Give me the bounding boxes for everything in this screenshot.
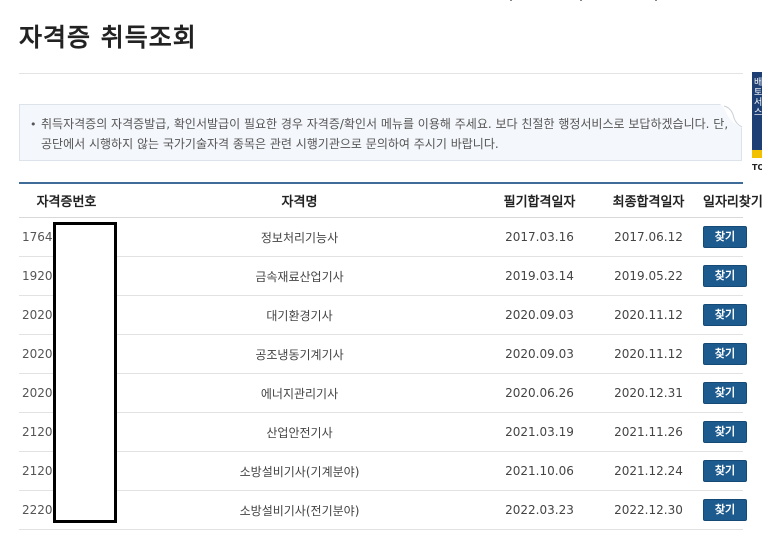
final-pass-date: 2020.12.31 (594, 373, 703, 413)
side-banner[interactable]: 배 토 서 스 TO (752, 72, 762, 182)
find-job-button[interactable]: 찾기 (703, 499, 747, 521)
written-pass-date: 2020.09.03 (485, 334, 594, 374)
written-pass-date: 2020.06.26 (485, 373, 594, 413)
side-banner-accent (752, 150, 762, 158)
cert-name: 에너지관리기사 (114, 373, 485, 413)
table-row: 20204 에너지관리기사 2020.06.26 2020.12.31 찾기 (19, 373, 747, 413)
final-pass-date: 2021.11.26 (594, 412, 703, 452)
table-row: 17641 정보처리기능사 2017.03.16 2017.06.12 찾기 (19, 217, 747, 257)
cert-name: 산업안전기사 (114, 412, 485, 452)
cert-name: 소방설비기사(기계분야) (114, 451, 485, 491)
find-job-button[interactable]: 찾기 (703, 226, 747, 248)
cert-name: 정보처리기능사 (114, 217, 485, 257)
page-curl-icon (720, 104, 742, 128)
final-pass-date: 2020.11.12 (594, 295, 703, 335)
redaction-box (53, 222, 117, 523)
bullet-icon: • (30, 118, 37, 131)
final-pass-date: 2022.12.30 (594, 490, 703, 530)
written-pass-date: 2020.09.03 (485, 295, 594, 335)
header-cert-name: 자격명 (114, 182, 485, 218)
certificate-table: 자격증번호 자격명 필기합격일자 최종합격일자 일자리찾기 17641 정보처리… (19, 182, 762, 530)
written-pass-date: 2017.03.16 (485, 217, 594, 257)
table-header-row: 자격증번호 자격명 필기합격일자 최종합격일자 일자리찾기 (19, 182, 762, 218)
header-cert-number: 자격증번호 (19, 182, 114, 218)
top-button-label[interactable]: TO (752, 163, 762, 172)
written-pass-date: 2021.03.19 (485, 412, 594, 452)
find-job-button[interactable]: 찾기 (703, 382, 747, 404)
cert-name: 금속재료산업기사 (114, 256, 485, 296)
side-banner-text: 배 토 서 스 (754, 78, 762, 118)
cert-name: 공조냉동기계기사 (114, 334, 485, 374)
table-row: 19201 금속재료산업기사 2019.03.14 2019.05.22 찾기 (19, 256, 747, 296)
table-row: 21203 산업안전기사 2021.03.19 2021.11.26 찾기 (19, 412, 747, 452)
final-pass-date: 2017.06.12 (594, 217, 703, 257)
title-divider (19, 73, 743, 74)
cert-name: 대기환경기사 (114, 295, 485, 335)
table-row: 22204 소방설비기사(전기분야) 2022.03.23 2022.12.30… (19, 490, 747, 530)
top-edge-fragment (510, 0, 670, 2)
final-pass-date: 2021.12.24 (594, 451, 703, 491)
find-job-button[interactable]: 찾기 (703, 304, 747, 326)
table-row: 21204 소방설비기사(기계분야) 2021.10.06 2021.12.24… (19, 451, 747, 491)
final-pass-date: 2020.11.12 (594, 334, 703, 374)
page-title: 자격증 취득조회 (19, 23, 197, 52)
table-row: 20203 공조냉동기계기사 2020.09.03 2020.11.12 찾기 (19, 334, 747, 374)
final-pass-date: 2019.05.22 (594, 256, 703, 296)
written-pass-date: 2022.03.23 (485, 490, 594, 530)
header-final-pass-date: 최종합격일자 (594, 182, 703, 218)
find-job-button[interactable]: 찾기 (703, 265, 747, 287)
find-job-button[interactable]: 찾기 (703, 421, 747, 443)
written-pass-date: 2019.03.14 (485, 256, 594, 296)
find-job-button[interactable]: 찾기 (703, 343, 747, 365)
cert-name: 소방설비기사(전기분야) (114, 490, 485, 530)
written-pass-date: 2021.10.06 (485, 451, 594, 491)
header-job-search: 일자리찾기 (703, 182, 762, 218)
header-written-pass-date: 필기합격일자 (485, 182, 594, 218)
table-row: 20203 대기환경기사 2020.09.03 2020.11.12 찾기 (19, 295, 747, 335)
notice-box: • 취득자격증의 자격증발급, 확인서발급이 필요한 경우 자격증/확인서 메뉴… (19, 104, 742, 161)
notice-text: 취득자격증의 자격증발급, 확인서발급이 필요한 경우 자격증/확인서 메뉴를 … (41, 117, 729, 151)
find-job-button[interactable]: 찾기 (703, 460, 747, 482)
